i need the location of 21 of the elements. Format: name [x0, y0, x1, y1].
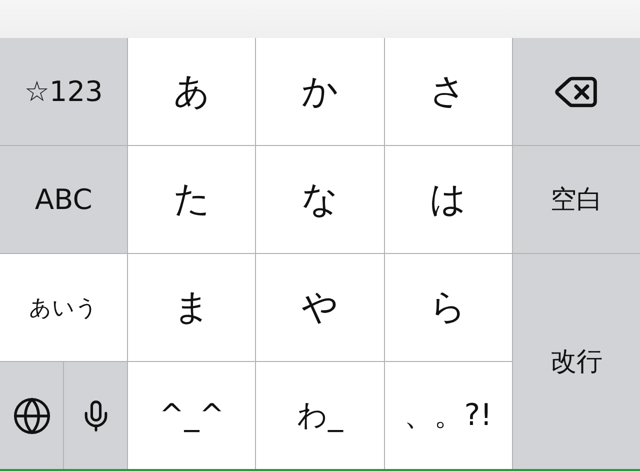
return-key[interactable]: 改行 [512, 254, 640, 469]
kana-key[interactable]: 、。?! [384, 362, 512, 469]
input-mode-key[interactable]: あいう [0, 254, 128, 361]
kana-key[interactable]: ま [128, 254, 256, 361]
kana-key[interactable]: さ [384, 38, 512, 145]
kana-key[interactable]: わ_ [256, 362, 384, 469]
kana-key[interactable]: か [256, 38, 384, 145]
kana-key[interactable]: は [384, 146, 512, 253]
kana-key[interactable]: ^_^ [128, 362, 256, 469]
kana-key[interactable]: や [256, 254, 384, 361]
kana-key[interactable]: た [128, 146, 256, 253]
space-key[interactable]: 空白 [512, 146, 640, 253]
kana-key[interactable]: あ [128, 38, 256, 145]
backspace-key[interactable] [512, 38, 640, 145]
microphone-key[interactable] [64, 362, 128, 469]
globe-key[interactable] [0, 362, 64, 469]
kana-key[interactable]: ら [384, 254, 512, 361]
input-mode-key[interactable]: ABC [0, 146, 128, 253]
input-mode-key[interactable]: ☆123 [0, 38, 128, 145]
kana-key[interactable]: な [256, 146, 384, 253]
globe-icon [12, 396, 52, 436]
